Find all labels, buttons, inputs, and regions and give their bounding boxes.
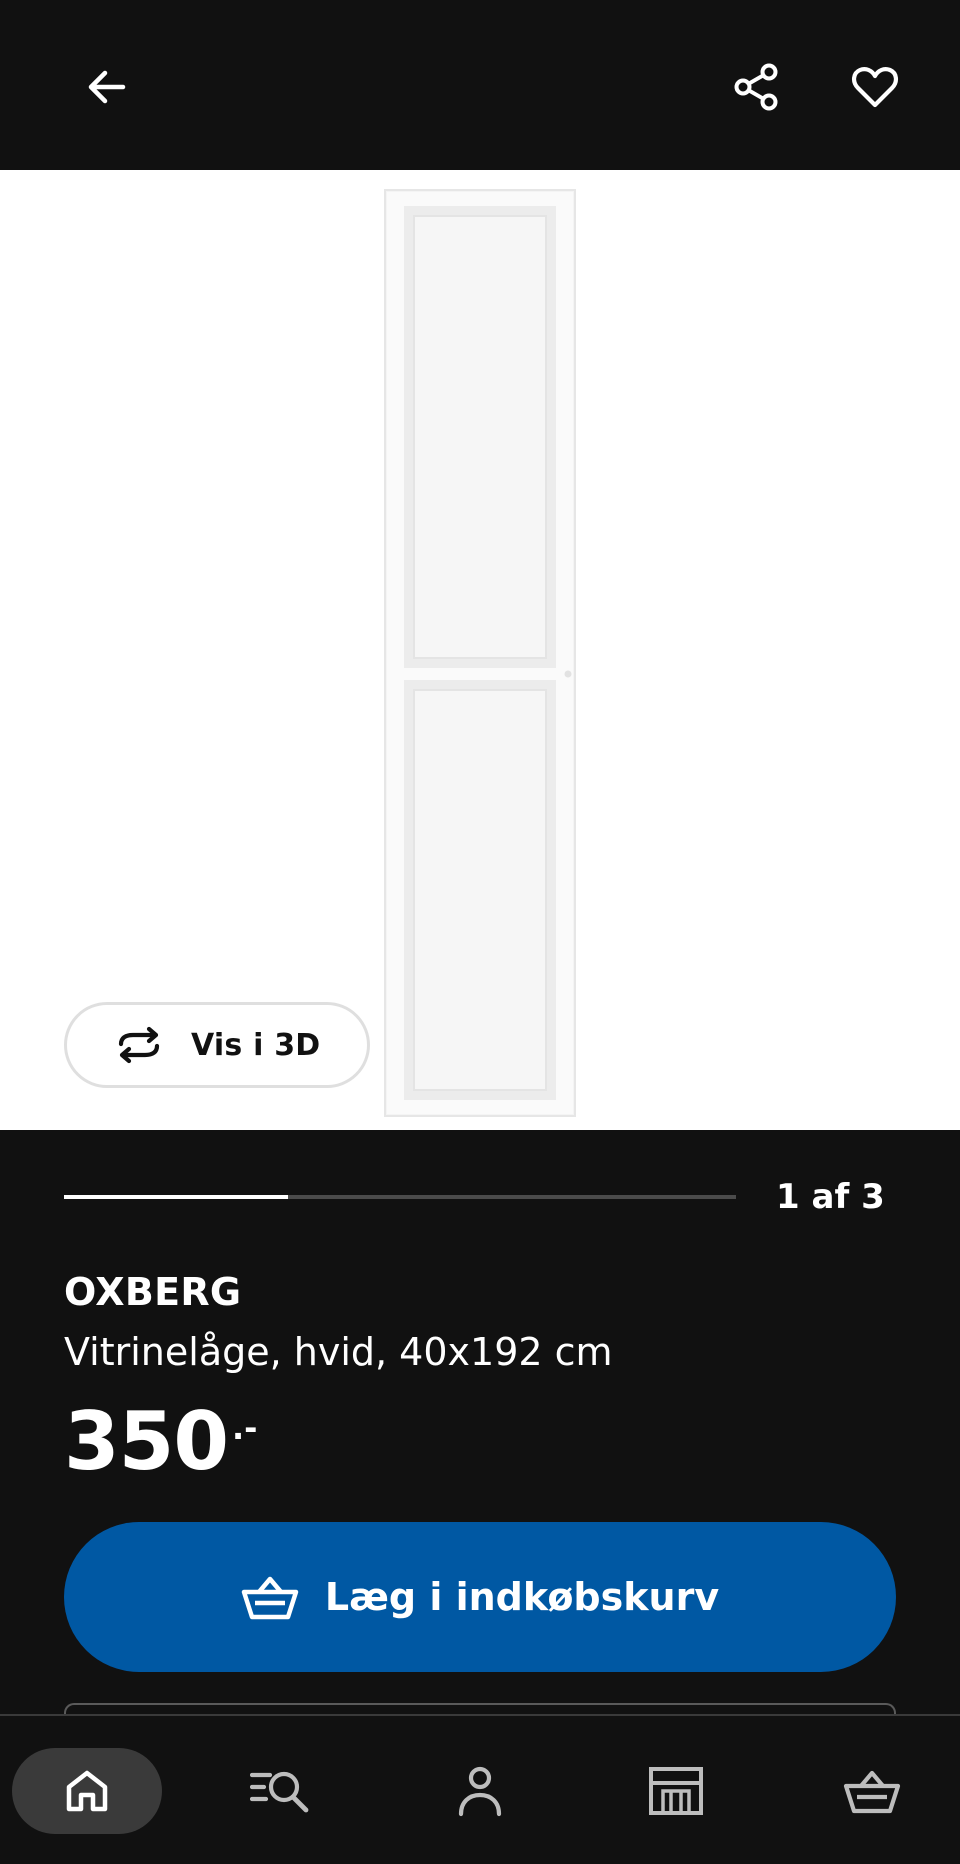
search-list-icon [250, 1771, 309, 1813]
gallery-counter: 1 af 3 [776, 1177, 885, 1217]
product-name: OXBERG [64, 1270, 242, 1314]
gallery-progress-fill [64, 1195, 288, 1199]
add-to-cart-label: Læg i indkøbskurv [324, 1575, 720, 1619]
heart-icon [852, 67, 898, 108]
add-to-cart-button[interactable]: Læg i indkøbskurv [64, 1522, 896, 1672]
rotate-3d-icon [118, 1026, 160, 1064]
product-description: Vitrinelåge, hvid, 40x192 cm [64, 1330, 613, 1374]
view-3d-label: Vis i 3D [191, 1027, 321, 1063]
basket-icon [843, 1770, 901, 1814]
view-3d-button[interactable]: Vis i 3D [64, 1002, 370, 1088]
nav-search[interactable] [232, 1748, 332, 1834]
top-app-bar [0, 0, 960, 170]
product-image-gallery[interactable] [0, 170, 960, 1130]
home-icon [66, 1770, 108, 1812]
product-price: 350 .- [64, 1402, 257, 1482]
favorite-button[interactable] [840, 52, 910, 122]
bottom-navigation [0, 1714, 960, 1864]
store-icon [649, 1767, 703, 1815]
arrow-left-icon [88, 70, 126, 104]
back-button[interactable] [72, 52, 142, 122]
nav-store[interactable] [626, 1748, 726, 1834]
share-button[interactable] [722, 52, 792, 122]
price-main: 350 [64, 1395, 229, 1488]
share-icon [734, 63, 778, 111]
nav-profile[interactable] [430, 1748, 530, 1834]
gallery-progress-bar [64, 1195, 736, 1199]
nav-cart[interactable] [822, 1748, 922, 1834]
person-icon [458, 1766, 502, 1817]
product-image [384, 189, 576, 1117]
price-suffix: .- [232, 1409, 258, 1447]
shopping-basket-icon [241, 1576, 299, 1620]
nav-home[interactable] [12, 1748, 162, 1834]
